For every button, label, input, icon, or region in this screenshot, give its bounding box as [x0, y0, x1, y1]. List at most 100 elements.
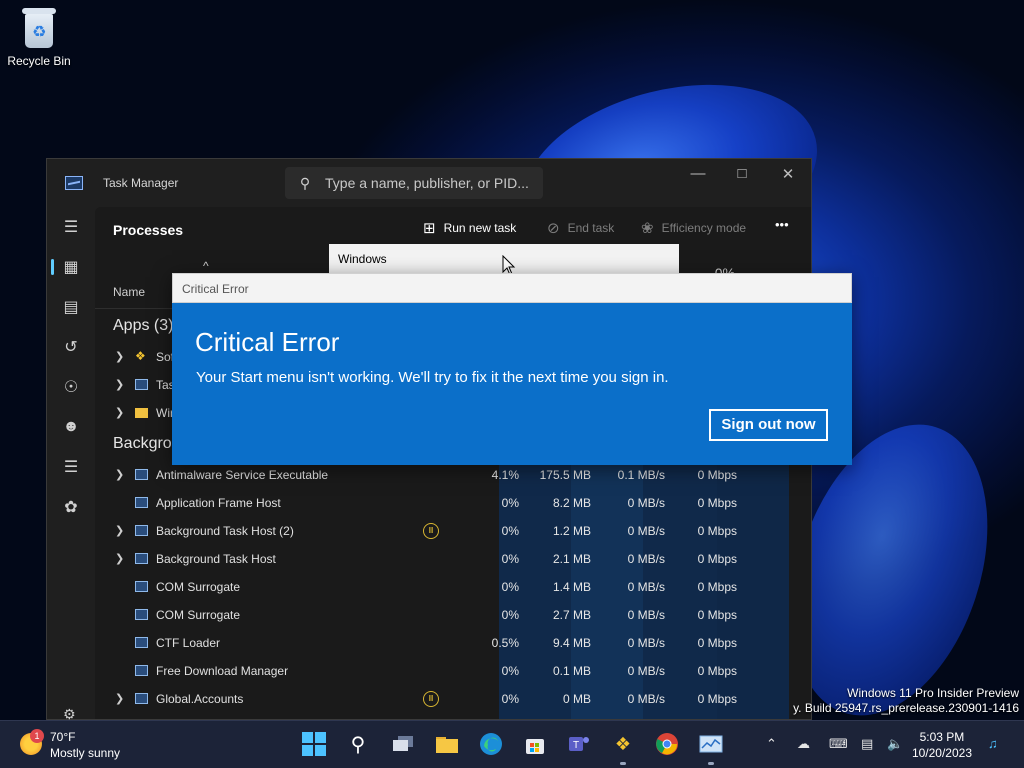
- run-new-task-label: Run new task: [443, 221, 517, 235]
- search-box[interactable]: ⚲ Type a name, publisher, or PID...: [285, 167, 543, 199]
- process-name: CTF Loader: [156, 636, 221, 650]
- maximize-button[interactable]: □: [719, 165, 765, 182]
- more-options-button[interactable]: •••: [775, 217, 789, 232]
- performance-nav-icon[interactable]: ▤: [47, 287, 95, 327]
- watermark-line-1: Windows 11 Pro Insider Preview: [847, 686, 1019, 700]
- windows-logo-icon: [302, 732, 326, 756]
- run-task-icon: ⊞: [423, 220, 436, 237]
- notification-bell-icon[interactable]: ♫: [988, 736, 998, 751]
- expand-chevron-icon[interactable]: ❯: [115, 692, 124, 705]
- process-window-icon: [135, 637, 148, 648]
- onedrive-icon[interactable]: ☁: [797, 736, 810, 752]
- background-process-row[interactable]: ❯ Background Task Host 0% 2.1 MB 0 MB/s 0 Mbp…: [95, 545, 811, 573]
- recycle-bin-desktop-icon[interactable]: ♻ Recycle Bin: [4, 6, 74, 68]
- dialog-body: Critical Error Your Start menu isn't wor…: [172, 303, 852, 465]
- svg-text:T: T: [573, 740, 579, 751]
- efficiency-mode-button[interactable]: ❀ Efficiency mode: [641, 219, 746, 237]
- network-value: 0 Mbps: [697, 496, 737, 510]
- cpu-value: 0%: [501, 580, 519, 594]
- hamburger-menu-icon[interactable]: ☰: [47, 207, 95, 247]
- app-history-nav-icon[interactable]: ↺: [47, 327, 95, 367]
- expand-chevron-icon[interactable]: ❯: [115, 378, 124, 391]
- sign-out-now-button[interactable]: Sign out now: [709, 409, 828, 441]
- disk-value: 0 MB/s: [627, 636, 665, 650]
- teams-icon[interactable]: T: [566, 731, 592, 757]
- startup-apps-nav-icon[interactable]: ☉: [47, 367, 95, 407]
- processes-nav-icon[interactable]: ▦: [47, 247, 95, 287]
- keyboard-icon[interactable]: ⌨: [829, 736, 848, 752]
- taskbar: 1 70°F Mostly sunny ⚲ T ❖ ⌃ ☁ ⌨ ▤ 🔈 5:03…: [0, 720, 1024, 768]
- expand-chevron-icon[interactable]: ❯: [115, 552, 124, 565]
- details-nav-icon[interactable]: ☰: [47, 447, 95, 487]
- background-process-row[interactable]: Application Frame Host 0% 8.2 MB 0 MB/s 0 Mb…: [95, 489, 811, 517]
- system-clock[interactable]: 5:03 PM 10/20/2023: [912, 729, 972, 761]
- background-process-row[interactable]: ❯ Global.Accounts II 0% 0 MB 0 MB/s 0 Mbps: [95, 685, 811, 713]
- task-view-icon[interactable]: [390, 731, 416, 757]
- process-window-icon: [135, 665, 148, 676]
- weather-condition: Mostly sunny: [50, 746, 121, 760]
- end-task-icon: ⊘: [547, 220, 560, 237]
- sort-chevron-icon[interactable]: ^: [203, 259, 209, 273]
- memory-value: 1.2 MB: [552, 524, 591, 538]
- search-taskbar-icon[interactable]: ⚲: [345, 731, 371, 757]
- end-task-button[interactable]: ⊘ End task: [547, 219, 614, 237]
- close-button[interactable]: ✕: [765, 165, 811, 183]
- expand-chevron-icon[interactable]: ❯: [115, 524, 124, 537]
- dialog-title-bar[interactable]: Critical Error: [172, 273, 852, 303]
- expand-chevron-icon[interactable]: ❯: [115, 350, 124, 363]
- title-bar[interactable]: Task Manager ⚲ Type a name, publisher, o…: [47, 159, 811, 207]
- name-column-header[interactable]: Name: [113, 285, 145, 299]
- expand-chevron-icon[interactable]: ❯: [115, 406, 124, 419]
- task-manager-taskbar-icon[interactable]: [698, 731, 724, 757]
- running-indicator: [620, 762, 626, 765]
- expand-chevron-icon[interactable]: ❯: [115, 468, 124, 481]
- background-process-row[interactable]: Free Download Manager 0% 0.1 MB 0 MB/s 0 Mbp…: [95, 657, 811, 685]
- network-value: 0 Mbps: [697, 580, 737, 594]
- network-icon[interactable]: ▤: [861, 736, 873, 752]
- leaf-icon: ❀: [641, 220, 654, 237]
- search-icon: ⚲: [299, 174, 311, 191]
- services-nav-icon[interactable]: ✿: [47, 487, 95, 527]
- run-new-task-button[interactable]: ⊞ Run new task: [423, 219, 516, 237]
- microsoft-store-icon[interactable]: [522, 731, 548, 757]
- disk-value: 0.1 MB/s: [617, 468, 665, 482]
- process-window-icon: [135, 525, 148, 536]
- background-process-row[interactable]: CTF Loader 0.5% 9.4 MB 0 MB/s 0 Mbps: [95, 629, 811, 657]
- cpu-value: 0.5%: [491, 636, 519, 650]
- folder-icon: [135, 408, 148, 418]
- disk-value: 0 MB/s: [627, 496, 665, 510]
- clock-time: 5:03 PM: [919, 730, 965, 744]
- end-task-label: End task: [567, 221, 615, 235]
- cpu-value: 0%: [501, 496, 519, 510]
- users-nav-icon[interactable]: ☻: [47, 407, 95, 447]
- network-value: 0 Mbps: [697, 468, 737, 482]
- background-process-row[interactable]: COM Surrogate 0% 1.4 MB 0 MB/s 0 Mbps: [95, 573, 811, 601]
- edge-browser-icon[interactable]: [478, 731, 504, 757]
- page-title: Processes: [113, 222, 184, 238]
- process-window-icon: [135, 553, 148, 564]
- start-button[interactable]: [301, 731, 327, 757]
- process-name: Global.Accounts: [156, 692, 244, 706]
- volume-muted-icon[interactable]: 🔈: [887, 736, 903, 752]
- memory-value: 0.1 MB: [552, 664, 591, 678]
- cpu-value: 0%: [501, 608, 519, 622]
- network-value: 0 Mbps: [697, 524, 737, 538]
- network-value: 0 Mbps: [697, 692, 737, 706]
- show-hidden-icons-chevron-icon[interactable]: ⌃: [766, 736, 777, 752]
- minimize-button[interactable]: —: [675, 165, 721, 182]
- background-process-row[interactable]: ❯ Antimalware Service Executable 4.1% 175.5…: [95, 461, 811, 489]
- window-title: Task Manager: [103, 176, 179, 190]
- process-name: Antimalware Service Executable: [156, 468, 329, 482]
- background-process-row[interactable]: COM Surrogate 0% 2.7 MB 0 MB/s 0 Mbps: [95, 601, 811, 629]
- cpu-value: 0%: [501, 552, 519, 566]
- paused-status-icon: II: [423, 523, 439, 539]
- background-process-row[interactable]: ❯ Background Task Host (2) II 0% 1.2 MB 0 MB/…: [95, 517, 811, 545]
- chrome-icon[interactable]: [654, 731, 680, 757]
- file-explorer-icon[interactable]: [434, 731, 460, 757]
- disk-value: 0 MB/s: [627, 552, 665, 566]
- process-name: COM Surrogate: [156, 580, 241, 594]
- memory-value: 2.1 MB: [552, 552, 591, 566]
- search-placeholder: Type a name, publisher, or PID...: [325, 175, 529, 191]
- chat-bubble-app-icon[interactable]: ❖: [610, 731, 636, 757]
- memory-value: 1.4 MB: [552, 580, 591, 594]
